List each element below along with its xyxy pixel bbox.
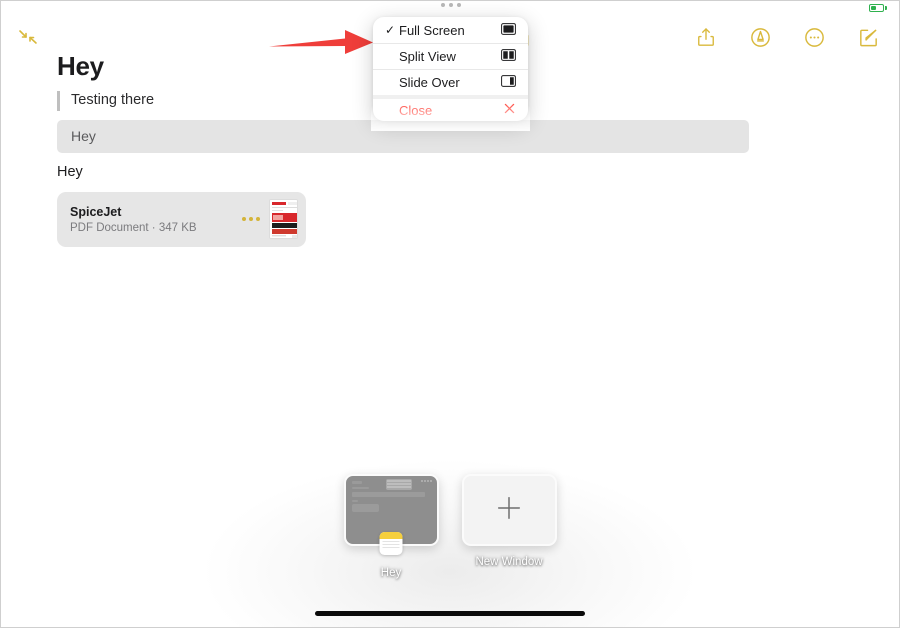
minimize-arrows-icon[interactable] bbox=[16, 27, 40, 51]
check-mark-icon: ✓ bbox=[385, 23, 396, 37]
menu-item-close[interactable]: Close bbox=[373, 95, 528, 121]
switcher-item-new-window[interactable]: New Window bbox=[461, 474, 557, 579]
home-indicator[interactable] bbox=[315, 611, 585, 616]
share-icon[interactable] bbox=[693, 24, 719, 50]
note-text-line: Hey bbox=[57, 163, 83, 180]
window-switcher: Hey New Window bbox=[1, 474, 899, 579]
attachment-subtitle: PDF Document · 347 KB bbox=[70, 221, 197, 234]
mini-popup-menu bbox=[385, 479, 412, 490]
battery-cap bbox=[885, 6, 887, 10]
close-x-icon bbox=[503, 102, 516, 118]
mini-toolbar-dots bbox=[420, 480, 432, 482]
battery-charging-icon bbox=[869, 4, 887, 12]
menu-item-label: Full Screen bbox=[399, 22, 465, 38]
three-dots-icon[interactable] bbox=[242, 217, 260, 222]
mini-attachment bbox=[351, 504, 379, 512]
notes-icon-line bbox=[382, 544, 400, 545]
grabber-dots-icon[interactable] bbox=[373, 3, 528, 7]
menu-item-slide-over[interactable]: Slide Over bbox=[373, 69, 528, 95]
battery-shell bbox=[869, 4, 884, 12]
notes-icon-line bbox=[382, 541, 400, 542]
ipad-screen: Hey Testing there Hey Hey SpiceJet PDF D… bbox=[0, 0, 900, 628]
note-toolbar bbox=[693, 24, 881, 50]
menu-item-label: Close bbox=[399, 102, 433, 118]
slide-over-icon bbox=[501, 75, 516, 90]
plus-icon bbox=[495, 494, 523, 527]
switcher-item-label: Hey bbox=[380, 567, 402, 579]
mini-quote bbox=[351, 487, 369, 489]
mini-line bbox=[351, 500, 358, 502]
menu-item-split-view[interactable]: Split View bbox=[373, 43, 528, 69]
new-window-thumbnail[interactable] bbox=[461, 474, 557, 546]
switcher-item-window[interactable]: Hey bbox=[343, 474, 439, 579]
mini-title bbox=[351, 481, 362, 484]
notes-app-icon bbox=[379, 532, 403, 555]
note-highlighted-text[interactable]: Hey bbox=[57, 119, 749, 153]
notes-icon-line bbox=[382, 547, 400, 548]
attachment-card[interactable]: SpiceJet PDF Document · 347 KB bbox=[57, 191, 306, 247]
notes-icon-header bbox=[379, 532, 403, 539]
full-screen-icon bbox=[501, 22, 516, 38]
window-thumbnail[interactable] bbox=[343, 474, 439, 555]
menu-item-label: Slide Over bbox=[399, 75, 460, 90]
mini-highlight bbox=[351, 492, 425, 497]
window-mode-popup-menu: ✓ Full Screen Split View Slide Over Clos… bbox=[373, 17, 528, 121]
compose-icon[interactable] bbox=[855, 24, 881, 50]
markup-icon[interactable] bbox=[747, 24, 773, 50]
battery-fill bbox=[871, 6, 876, 10]
pdf-preview-thumbnail bbox=[269, 199, 298, 240]
attachment-meta: SpiceJet PDF Document · 347 KB bbox=[70, 205, 242, 234]
split-view-icon bbox=[501, 49, 516, 64]
more-icon[interactable] bbox=[801, 24, 827, 50]
menu-item-full-screen[interactable]: ✓ Full Screen bbox=[373, 17, 528, 43]
attachment-name: SpiceJet bbox=[70, 204, 122, 219]
switcher-item-label: New Window bbox=[475, 556, 543, 568]
menu-item-label: Split View bbox=[399, 49, 456, 64]
